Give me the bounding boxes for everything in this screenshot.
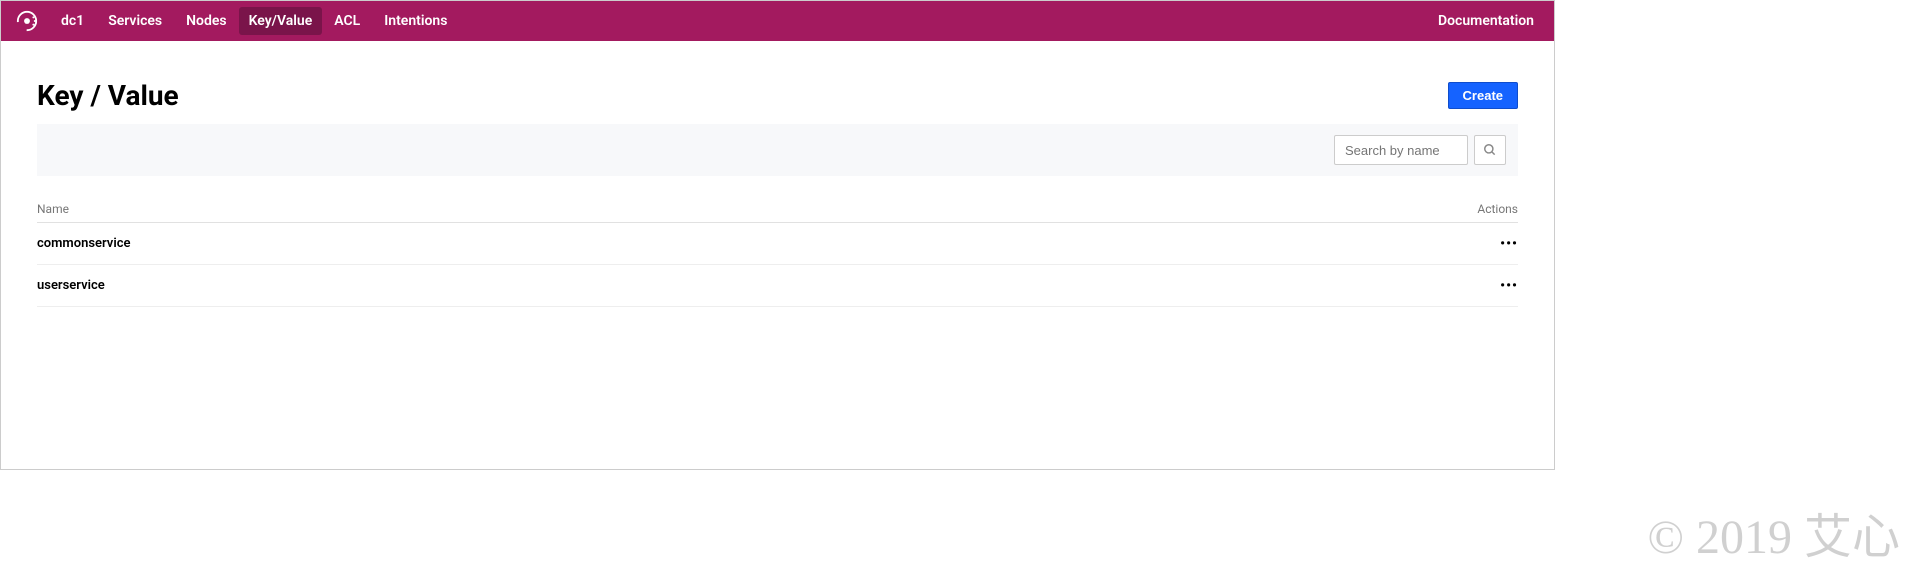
nav-services[interactable]: Services [96,1,174,41]
table-row: userservice ••• [37,265,1518,307]
row-actions-menu[interactable]: ••• [1458,278,1518,294]
nav-nodes[interactable]: Nodes [174,1,238,41]
row-actions-menu[interactable]: ••• [1458,236,1518,252]
column-header-actions: Actions [1458,202,1518,216]
nav-intentions[interactable]: Intentions [372,1,459,41]
search-icon [1483,143,1497,157]
page-title: Key / Value [37,79,1448,112]
table-header: Name Actions [37,196,1518,223]
consul-logo-icon[interactable] [15,9,39,33]
create-button[interactable]: Create [1448,82,1518,109]
nav-acl[interactable]: ACL [322,1,372,41]
kv-key-name[interactable]: commonservice [37,236,1458,251]
search-input[interactable] [1334,135,1468,165]
nav-keyvalue[interactable]: Key/Value [239,7,323,35]
kv-key-name[interactable]: userservice [37,278,1458,293]
search-bar [37,124,1518,176]
ellipsis-icon: ••• [1500,278,1518,294]
watermark: © 2019 艾心 [1648,497,1900,567]
navbar: dc1 Services Nodes Key/Value ACL Intenti… [1,1,1554,41]
nav-documentation[interactable]: Documentation [1426,1,1546,41]
search-button[interactable] [1474,135,1506,165]
column-header-name: Name [37,202,1458,216]
nav-datacenter[interactable]: dc1 [49,1,96,41]
table-row: commonservice ••• [37,223,1518,265]
ellipsis-icon: ••• [1500,236,1518,252]
